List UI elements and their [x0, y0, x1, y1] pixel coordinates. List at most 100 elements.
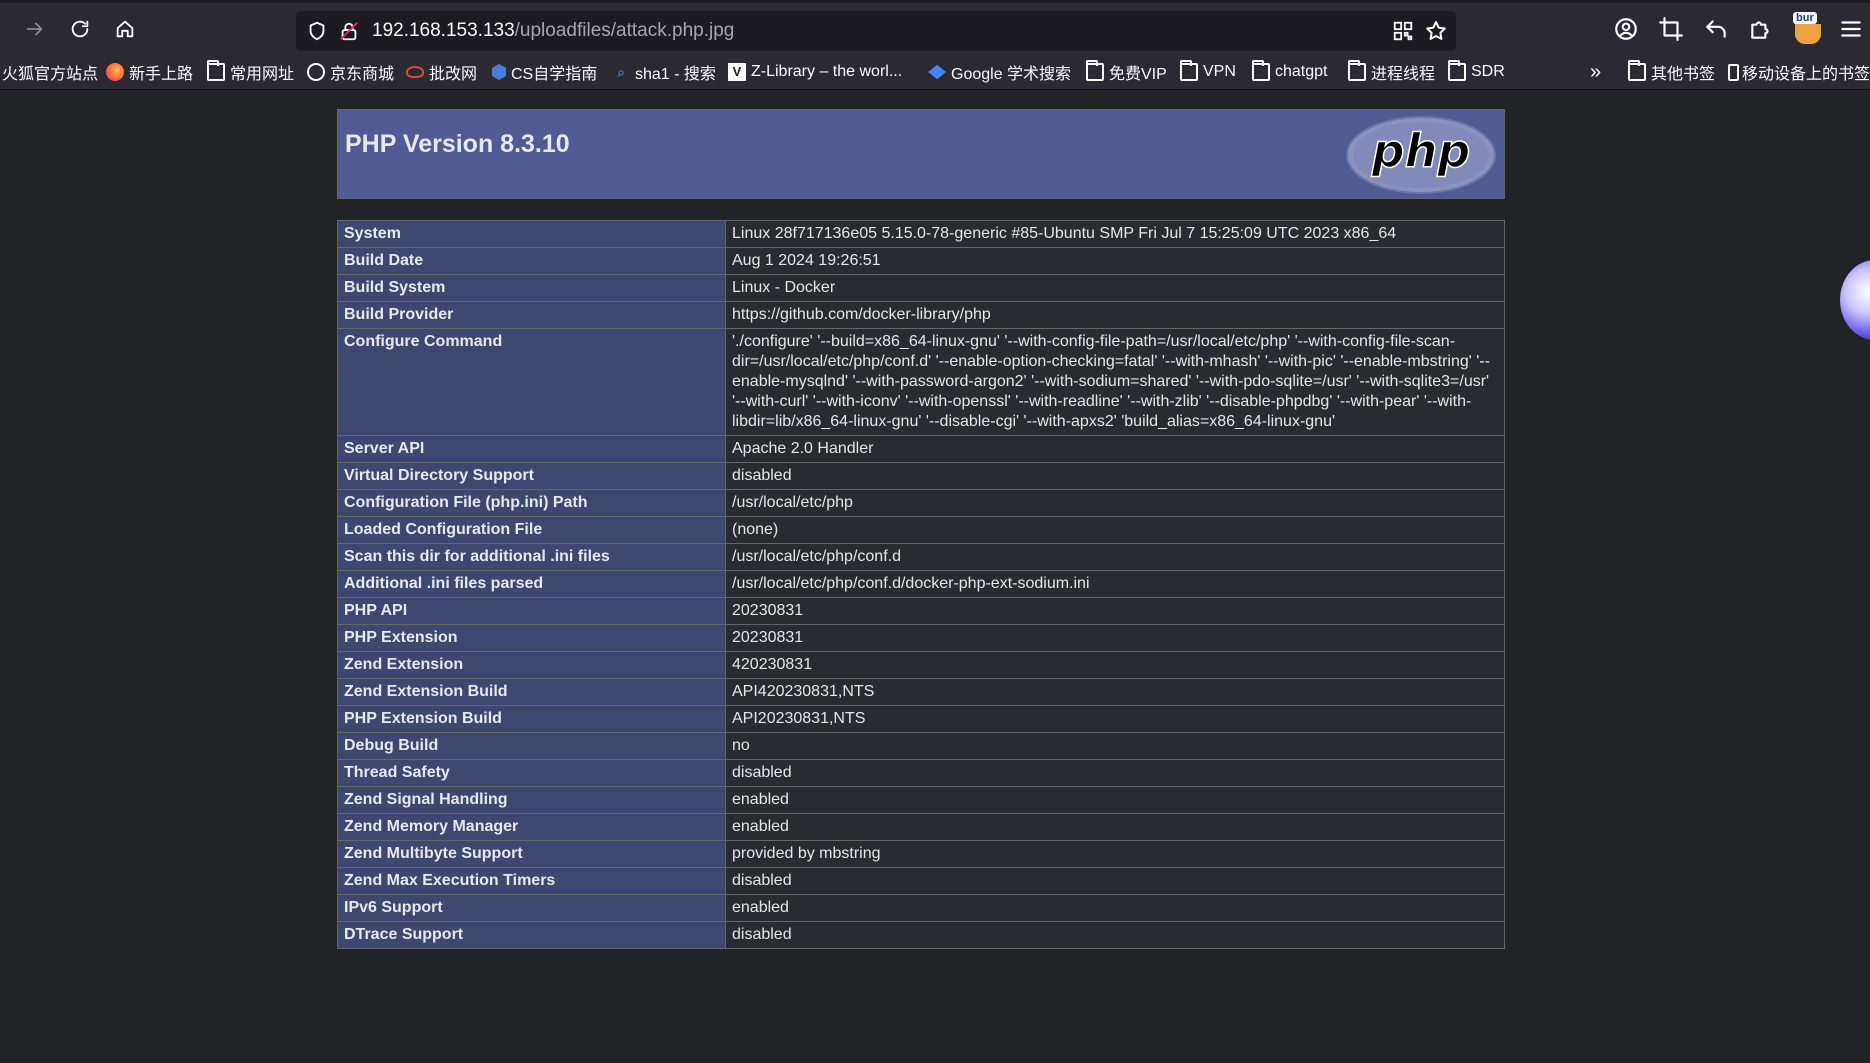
row-value: enabled: [725, 786, 1505, 814]
row-key: DTrace Support: [337, 921, 726, 949]
row-value: /usr/local/etc/php/conf.d: [725, 543, 1505, 571]
bookmark-star-icon[interactable]: [1424, 19, 1448, 43]
table-row: Configure Command './configure' '--build=…: [337, 328, 1505, 436]
row-key: Build System: [337, 274, 726, 302]
url-text[interactable]: 192.168.153.133/uploadfiles/attack.php.j…: [372, 20, 734, 42]
table-row: Zend Signal Handling enabled: [337, 786, 1505, 814]
search-icon: ⌕: [617, 64, 625, 80]
browser-toolbar: 192.168.153.133/uploadfiles/attack.php.j…: [0, 0, 1870, 55]
table-row: Virtual Directory Support disabled: [337, 462, 1505, 490]
bookmark-folder[interactable]: chatgpt: [1252, 60, 1328, 83]
bookmark-label: 常用网址: [230, 66, 295, 83]
puzzle-icon: [1751, 21, 1769, 39]
row-value: disabled: [725, 759, 1505, 787]
row-key: PHP Extension Build: [337, 705, 726, 733]
row-value: Apache 2.0 Handler: [725, 435, 1505, 463]
insecure-lock-icon[interactable]: [338, 20, 360, 42]
google-scholar-icon: [928, 64, 946, 80]
bookmark-item[interactable]: 京东商城: [307, 61, 394, 83]
row-value: API420230831,NTS: [725, 678, 1505, 706]
bookmark-folder[interactable]: 免费VIP: [1086, 60, 1167, 83]
bookmark-item[interactable]: CS自学指南: [492, 61, 597, 83]
table-row: Zend Extension 420230831: [337, 651, 1505, 679]
bookmark-item[interactable]: 火狐官方站点: [2, 61, 98, 83]
row-key: Configure Command: [337, 328, 726, 436]
row-key: Zend Max Execution Timers: [337, 867, 726, 895]
extensions-button[interactable]: [1748, 16, 1774, 42]
url-path: /uploadfiles/attack.php.jpg: [514, 20, 735, 41]
bookmark-folder[interactable]: 常用网址: [207, 60, 295, 83]
table-row: Zend Multibyte Support provided by mbstri…: [337, 840, 1505, 868]
row-value: disabled: [725, 921, 1505, 949]
undo-close-tab-button[interactable]: [1703, 16, 1729, 42]
reload-button[interactable]: [63, 12, 97, 46]
burp-badge: bur: [1793, 12, 1817, 24]
folder-icon: [1086, 60, 1104, 81]
table-row: Additional .ini files parsed/usr/local/e…: [337, 570, 1505, 598]
floating-assistant-orb[interactable]: [1840, 260, 1870, 340]
bookmark-folder[interactable]: SDR: [1448, 60, 1505, 83]
other-bookmarks-folder[interactable]: 其他书签: [1628, 60, 1715, 83]
firefox-icon: [106, 63, 124, 81]
app-menu-button[interactable]: [1838, 16, 1864, 42]
table-row: DTrace Support disabled: [337, 921, 1505, 949]
table-row: Server API Apache 2.0 Handler: [337, 435, 1505, 463]
double-chevron-right-icon: »: [1590, 60, 1602, 83]
table-row: Zend Memory Manager enabled: [337, 813, 1505, 841]
bookmark-item[interactable]: Google 学术搜索: [928, 61, 1071, 83]
account-icon: [1615, 18, 1637, 40]
bookmark-item[interactable]: 批改网: [406, 61, 477, 83]
row-value: disabled: [725, 867, 1505, 895]
bookmark-folder[interactable]: VPN: [1180, 60, 1236, 83]
row-key: PHP Extension: [337, 624, 726, 652]
row-key: Server API: [337, 435, 726, 463]
page-content: PHP Version 8.3.10 php System Linux 28f71…: [0, 90, 1870, 1063]
mobile-bookmarks-folder[interactable]: 移动设备上的书签: [1728, 61, 1870, 83]
row-value: './configure' '--build=x86_64-linux-gnu'…: [725, 328, 1505, 436]
row-value: enabled: [725, 813, 1505, 841]
row-key: Zend Extension Build: [337, 678, 726, 706]
shield-icon[interactable]: [306, 20, 328, 42]
burp-extension-icon: [1795, 24, 1821, 44]
home-button[interactable]: [108, 12, 142, 46]
bookmark-item[interactable]: 新手上路: [106, 61, 193, 83]
bookmark-label: VPN: [1203, 63, 1236, 80]
forward-button[interactable]: [18, 12, 52, 46]
row-value: disabled: [725, 462, 1505, 490]
burp-extension-button[interactable]: bur: [1793, 12, 1825, 44]
table-row: IPv6 Support enabled: [337, 894, 1505, 922]
row-key: Zend Signal Handling: [337, 786, 726, 814]
qr-code-icon[interactable]: [1392, 20, 1414, 42]
arrow-right-icon: [26, 22, 43, 36]
address-bar[interactable]: 192.168.153.133/uploadfiles/attack.php.j…: [296, 11, 1456, 51]
bookmarks-overflow-button[interactable]: »: [1590, 61, 1601, 83]
screenshot-button[interactable]: [1658, 16, 1684, 42]
row-value: no: [725, 732, 1505, 760]
row-value: https://github.com/docker-library/php: [725, 301, 1505, 329]
row-key: Zend Extension: [337, 651, 726, 679]
bookmarks-toolbar: 火狐官方站点 新手上路 常用网址 京东商城 批改网 CS自学指南 ⌕ sha1 …: [0, 55, 1870, 90]
bookmark-folder[interactable]: 进程线程: [1348, 60, 1435, 83]
row-key: Zend Memory Manager: [337, 813, 726, 841]
table-row: Zend Extension Build API420230831,NTS: [337, 678, 1505, 706]
php-logo[interactable]: php: [1345, 115, 1497, 195]
bookmark-item[interactable]: V Z-Library – the worl...: [728, 61, 902, 83]
table-row: PHP Extension Build API20230831,NTS: [337, 705, 1505, 733]
row-value: Linux 28f717136e05 5.15.0-78-generic #85…: [725, 220, 1505, 248]
row-key: Virtual Directory Support: [337, 462, 726, 490]
table-row: Scan this dir for additional .ini files /…: [337, 543, 1505, 571]
account-button[interactable]: [1613, 16, 1639, 42]
bookmark-label: chatgpt: [1275, 63, 1328, 80]
table-row: Build Date Aug 1 2024 19:26:51: [337, 247, 1505, 275]
row-value: /usr/local/etc/php: [725, 489, 1505, 517]
bookmark-item[interactable]: ⌕ sha1 - 搜索: [612, 61, 716, 83]
bookmark-label: Z-Library – the worl...: [751, 63, 903, 80]
mobile-device-icon: [1728, 63, 1739, 81]
row-value: Linux - Docker: [725, 274, 1505, 302]
undo-arrow-icon: [1706, 20, 1726, 38]
hamburger-menu-icon: [1841, 21, 1861, 37]
crop-icon: [1659, 17, 1683, 41]
row-key: Build Date: [337, 247, 726, 275]
folder-icon: [1252, 60, 1270, 81]
bookmark-label: SDR: [1471, 63, 1505, 80]
